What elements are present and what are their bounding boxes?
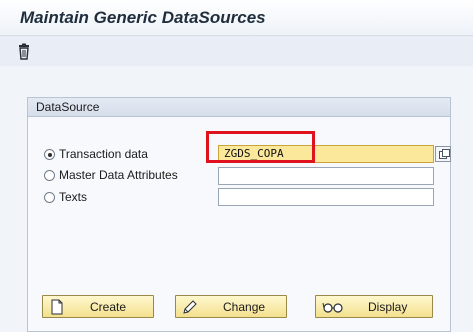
radio-master-data-attributes[interactable]	[44, 170, 55, 181]
application-toolbar	[0, 35, 473, 67]
texts-field[interactable]	[218, 188, 434, 206]
display-label: Display	[368, 300, 408, 314]
change-label: Change	[223, 300, 266, 314]
radio-texts[interactable]	[44, 192, 55, 203]
master-data-attributes-field[interactable]	[218, 167, 434, 185]
main-content: DataSource Transaction data ZGDS_COPA Ma…	[0, 66, 473, 332]
pencil-icon	[182, 299, 198, 315]
new-document-icon	[49, 299, 65, 315]
label-transaction-data: Transaction data	[59, 147, 148, 161]
group-title: DataSource	[36, 100, 100, 114]
trash-icon[interactable]	[14, 42, 34, 62]
group-header: DataSource	[28, 98, 450, 117]
datasource-group: DataSource Transaction data ZGDS_COPA Ma…	[27, 97, 451, 332]
create-label: Create	[90, 300, 127, 314]
transaction-data-field[interactable]: ZGDS_COPA	[218, 145, 434, 163]
page-title: Maintain Generic DataSources	[20, 8, 266, 27]
label-master-data-attributes: Master Data Attributes	[59, 168, 178, 182]
title-bar: Maintain Generic DataSources	[0, 0, 473, 34]
label-texts: Texts	[59, 190, 88, 204]
display-button[interactable]: Display	[315, 295, 433, 318]
create-button[interactable]: Create	[42, 295, 154, 318]
value-help-icon[interactable]	[435, 146, 451, 162]
radio-transaction-data[interactable]	[44, 149, 55, 160]
change-button[interactable]: Change	[175, 295, 287, 318]
glasses-icon	[322, 299, 344, 315]
